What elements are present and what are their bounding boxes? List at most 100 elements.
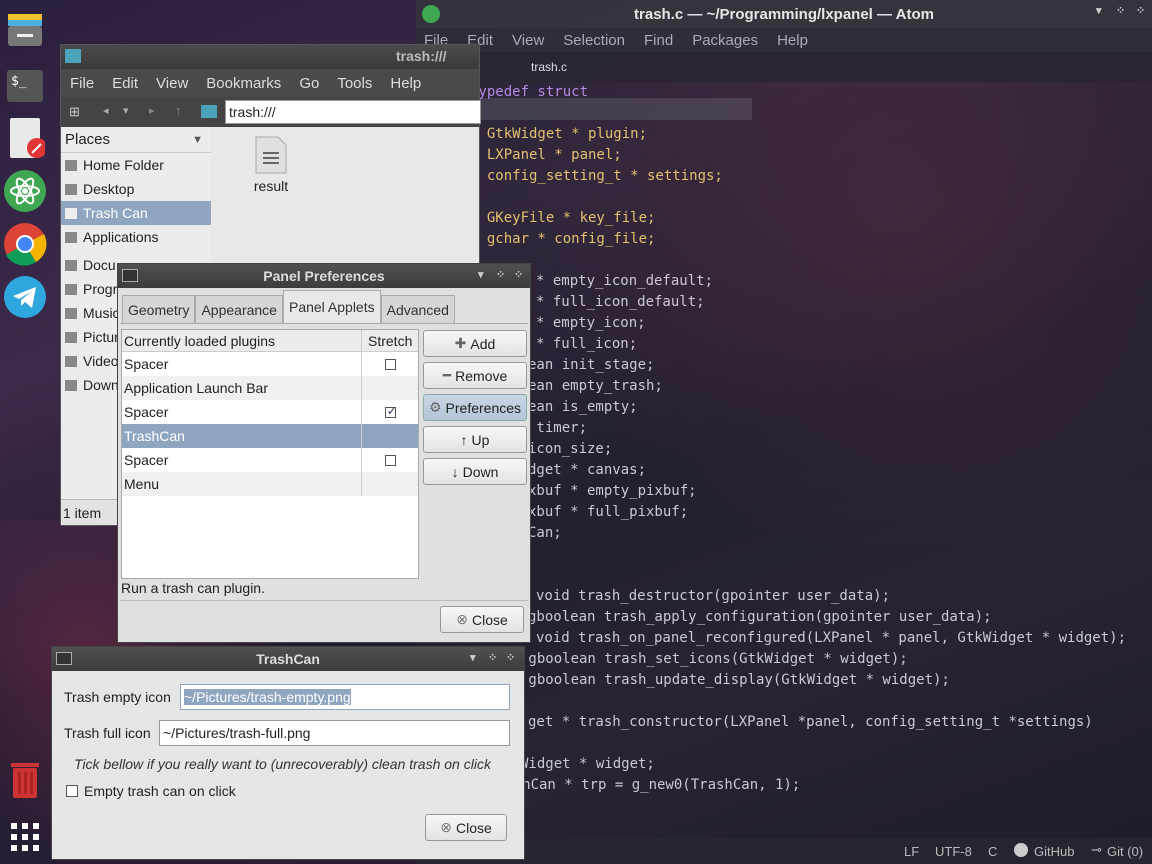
close-button[interactable]: ⁘ bbox=[506, 651, 515, 664]
plugins-list[interactable]: Currently loaded plugins Stretch Spacer … bbox=[121, 329, 419, 579]
minimize-button[interactable]: ▾ bbox=[470, 651, 476, 664]
git-status[interactable]: Git (0) bbox=[1107, 844, 1143, 859]
code-fragment: Can; bbox=[528, 525, 562, 541]
stretch-checkbox[interactable] bbox=[384, 358, 396, 370]
full-icon-field[interactable]: ~/Pictures/trash-full.png bbox=[159, 720, 510, 746]
fm-title: trash:/// bbox=[396, 48, 447, 64]
code-fragment: gboolean trash_update_display(GtkWidget … bbox=[520, 672, 950, 688]
file-name: result bbox=[253, 178, 289, 194]
code-fragment: timer; bbox=[528, 420, 588, 436]
menu-help[interactable]: Help bbox=[381, 75, 430, 92]
history-dropdown-icon[interactable]: ▾ bbox=[123, 104, 129, 117]
code-fragment: ean init_stage; bbox=[528, 357, 655, 373]
sidebar-item-trash[interactable]: Trash Can bbox=[61, 201, 211, 225]
button-label: Close bbox=[471, 611, 508, 628]
button-label: Remove bbox=[455, 367, 508, 384]
checkmark-icon: ✓ bbox=[386, 403, 397, 418]
minimize-button[interactable]: ▾ bbox=[478, 268, 484, 281]
files-launcher-icon[interactable] bbox=[3, 6, 47, 50]
new-tab-icon[interactable]: ⊞ bbox=[69, 104, 80, 120]
sidebar-item-label: Pictur bbox=[83, 329, 119, 345]
plugin-row[interactable]: Menu bbox=[122, 472, 418, 496]
menu-packages[interactable]: Packages bbox=[692, 32, 758, 49]
trash-dock-icon[interactable] bbox=[3, 757, 47, 801]
atom-app-icon bbox=[422, 5, 440, 23]
fm-titlebar: trash:/// bbox=[61, 45, 479, 69]
menu-edit[interactable]: Edit bbox=[103, 75, 147, 92]
atom-tabbar: trash.c bbox=[416, 52, 1152, 82]
tab-panel-applets[interactable]: Panel Applets bbox=[282, 290, 381, 323]
empty-trash-label: Empty trash can on click bbox=[84, 783, 236, 799]
sidebar-item-desktop[interactable]: Desktop bbox=[61, 177, 211, 201]
tab-divider bbox=[120, 323, 528, 324]
places-header[interactable]: Places ▼ bbox=[61, 127, 211, 153]
menu-help[interactable]: Help bbox=[777, 32, 808, 49]
text-editor-icon[interactable] bbox=[3, 116, 47, 160]
up-button[interactable]: ↑ Up bbox=[423, 426, 527, 453]
menu-bookmarks[interactable]: Bookmarks bbox=[197, 75, 290, 92]
plugin-row[interactable]: Spacer bbox=[122, 352, 418, 376]
sidebar-item-home[interactable]: Home Folder bbox=[61, 153, 211, 177]
code-fragment: icon_size; bbox=[528, 441, 613, 457]
tab-advanced[interactable]: Advanced bbox=[380, 295, 455, 323]
remove-button[interactable]: ━ Remove bbox=[423, 362, 527, 389]
menu-tools[interactable]: Tools bbox=[328, 75, 381, 92]
close-button[interactable]: ⁘ bbox=[514, 268, 523, 281]
menu-view[interactable]: View bbox=[147, 75, 197, 92]
column-stretch[interactable]: Stretch bbox=[362, 330, 418, 351]
menu-selection[interactable]: Selection bbox=[563, 32, 625, 49]
grammar[interactable]: C bbox=[988, 844, 997, 859]
menu-file[interactable]: File bbox=[61, 75, 103, 92]
chrome-icon[interactable] bbox=[3, 222, 47, 266]
places-label: Places bbox=[65, 131, 111, 148]
address-bar[interactable]: trash:/// bbox=[225, 100, 481, 124]
sidebar-item-applications[interactable]: Applications bbox=[61, 225, 211, 249]
back-icon[interactable]: ◂ bbox=[103, 104, 109, 117]
telegram-icon[interactable] bbox=[3, 275, 47, 319]
maximize-button[interactable]: ⁘ bbox=[496, 268, 505, 281]
plugin-row[interactable]: Application Launch Bar bbox=[122, 376, 418, 400]
desktop-icon bbox=[65, 183, 77, 195]
column-plugins[interactable]: Currently loaded plugins bbox=[122, 330, 363, 351]
close-icon: ⊗ bbox=[456, 611, 468, 627]
file-item-result[interactable]: result bbox=[243, 135, 299, 194]
close-button[interactable]: ⊗ Close bbox=[440, 606, 524, 633]
stretch-checkbox-checked[interactable]: ✓ bbox=[384, 403, 397, 418]
close-button[interactable]: ⁘ bbox=[1136, 4, 1145, 17]
home-icon[interactable] bbox=[201, 105, 217, 118]
minimize-button[interactable]: ▾ bbox=[1096, 4, 1102, 17]
github-icon bbox=[1014, 843, 1028, 857]
atom-launcher-icon[interactable] bbox=[3, 169, 47, 213]
menu-find[interactable]: Find bbox=[644, 32, 673, 49]
stretch-checkbox[interactable] bbox=[384, 454, 396, 466]
menu-view[interactable]: View bbox=[512, 32, 544, 49]
down-button[interactable]: ↓ Down bbox=[423, 458, 527, 485]
empty-trash-checkbox[interactable] bbox=[66, 785, 78, 797]
up-icon[interactable]: ↑ bbox=[175, 103, 182, 118]
preferences-button[interactable]: ⚙ Preferences bbox=[423, 394, 527, 421]
close-button[interactable]: ⊗ Close bbox=[425, 814, 507, 841]
tab-trash-c[interactable]: trash.c bbox=[514, 52, 584, 82]
empty-icon-field[interactable]: ~/Pictures/trash-empty.png bbox=[180, 684, 510, 710]
github-button[interactable]: GitHub bbox=[1034, 844, 1074, 859]
line-ending[interactable]: LF bbox=[904, 844, 919, 859]
terminal-icon[interactable]: $_ bbox=[3, 63, 47, 107]
tab-appearance[interactable]: Appearance bbox=[195, 295, 283, 323]
maximize-button[interactable]: ⁘ bbox=[488, 651, 497, 664]
tab-geometry[interactable]: Geometry bbox=[122, 295, 196, 323]
plugin-row[interactable]: Spacer ✓ bbox=[122, 400, 418, 424]
code-line: GtkWidget * plugin; bbox=[470, 126, 648, 142]
forward-icon[interactable]: ▸ bbox=[149, 104, 155, 117]
button-label: Close bbox=[455, 819, 492, 836]
code-line: config_setting_t * settings; bbox=[470, 168, 723, 184]
close-icon: ⊗ bbox=[440, 819, 452, 835]
app-grid-icon[interactable] bbox=[3, 815, 47, 859]
maximize-button[interactable]: ⁘ bbox=[1116, 4, 1125, 17]
plugin-row-selected[interactable]: TrashCan bbox=[122, 424, 418, 448]
plugin-row[interactable]: Spacer bbox=[122, 448, 418, 472]
encoding[interactable]: UTF-8 bbox=[935, 844, 972, 859]
sidebar-item-label: Music bbox=[83, 305, 120, 321]
add-button[interactable]: ✚ Add bbox=[423, 330, 527, 357]
warning-note: Tick bellow if you really want to (unrec… bbox=[74, 756, 491, 772]
menu-go[interactable]: Go bbox=[290, 75, 328, 92]
